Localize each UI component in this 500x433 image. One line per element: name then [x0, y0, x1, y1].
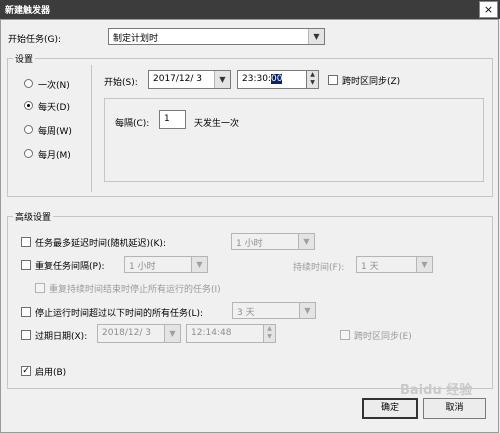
expire-label: 过期日期(X):	[35, 332, 88, 342]
window-title: 新建触发器	[5, 6, 51, 16]
chevron-down-icon: ▼	[298, 234, 314, 249]
start-time-field[interactable]: 23:30:00	[237, 70, 307, 89]
duration-label: 持续时间(F):	[293, 263, 345, 273]
expire-date-picker[interactable]: 2018/12/ 3 ▼	[97, 324, 181, 343]
expire-time-value: 12:14:48	[191, 328, 232, 338]
radio-once[interactable]	[24, 79, 33, 88]
recur-suffix: 天发生一次	[194, 119, 240, 129]
radio-weekly-label: 每周(W)	[38, 127, 72, 137]
start-task-select[interactable]: 制定计划时 ▼	[108, 28, 325, 45]
stop-longer-select[interactable]: 3 天 ▼	[232, 302, 316, 319]
delay-value: 1 小时	[236, 239, 263, 249]
checkmark-icon: ✓	[22, 366, 30, 376]
radio-monthly[interactable]	[24, 149, 33, 158]
repeat-select[interactable]: 1 小时 ▼	[124, 256, 208, 273]
start-task-label: 开始任务(G):	[8, 35, 62, 45]
start-time-prefix: 23:30:	[242, 74, 271, 84]
recur-days-value: 1	[164, 114, 170, 124]
start-sync-timezone-label: 跨时区同步(Z)	[342, 77, 401, 87]
calendar-dropdown-icon: ▼	[164, 325, 180, 342]
spin-down-icon[interactable]: ▼	[264, 333, 275, 341]
chevron-down-icon: ▼	[191, 257, 207, 272]
delay-checkbox[interactable]	[21, 237, 31, 247]
spin-down-icon[interactable]: ▼	[307, 79, 318, 87]
expire-checkbox[interactable]	[21, 330, 31, 340]
repeat-value: 1 小时	[129, 262, 156, 272]
radio-once-label: 一次(N)	[38, 81, 70, 91]
cancel-button[interactable]: 取消	[423, 398, 486, 419]
watermark: Baidu 经验	[400, 383, 473, 398]
enabled-label: 启用(B)	[35, 368, 67, 378]
duration-value: 1 天	[361, 262, 379, 272]
radio-daily-label: 每天(D)	[38, 103, 70, 113]
radio-monthly-label: 每月(M)	[38, 151, 71, 161]
start-sync-timezone-checkbox[interactable]	[328, 75, 338, 85]
close-button[interactable]: ×	[479, 1, 498, 18]
advanced-group-title: 高级设置	[13, 210, 54, 223]
stop-at-end-checkbox[interactable]	[35, 283, 45, 293]
enabled-checkbox[interactable]: ✓	[21, 366, 31, 376]
settings-group-title: 设置	[13, 52, 36, 65]
expire-time-spinner[interactable]: ▲ ▼	[263, 324, 276, 343]
stop-longer-label: 停止运行时间超过以下时间的所有任务(L):	[35, 309, 204, 319]
expire-sync-timezone-checkbox[interactable]	[340, 330, 350, 340]
radio-daily[interactable]	[24, 101, 33, 110]
start-task-value: 制定计划时	[113, 34, 159, 44]
start-label: 开始(S):	[104, 78, 138, 88]
spin-up-icon[interactable]: ▲	[264, 325, 275, 333]
start-time-spinner[interactable]: ▲ ▼	[306, 70, 319, 89]
spin-up-icon[interactable]: ▲	[307, 71, 318, 79]
duration-select[interactable]: 1 天 ▼	[356, 256, 433, 273]
chevron-down-icon: ▼	[299, 303, 315, 318]
ok-button[interactable]: 确定	[362, 398, 418, 419]
calendar-dropdown-icon: ▼	[214, 71, 230, 88]
repeat-label: 重复任务间隔(P):	[35, 262, 105, 272]
radio-weekly[interactable]	[24, 125, 33, 134]
stop-at-end-label: 重复持续时间结束时停止所有运行的任务(I)	[49, 285, 221, 295]
recur-label: 每隔(C):	[115, 119, 150, 129]
stop-longer-checkbox[interactable]	[21, 307, 31, 317]
title-bar: 新建触发器 ×	[0, 0, 500, 19]
stop-longer-value: 3 天	[237, 308, 255, 318]
repeat-checkbox[interactable]	[21, 260, 31, 270]
delay-label: 任务最多延迟时间(随机延迟)(K):	[35, 239, 166, 249]
expire-time-field[interactable]: 12:14:48	[186, 324, 264, 343]
recur-days-input[interactable]: 1	[159, 110, 186, 129]
expire-sync-timezone-label: 跨时区同步(E)	[354, 332, 412, 342]
delay-select[interactable]: 1 小时 ▼	[231, 233, 315, 250]
start-time-seconds: 00	[270, 74, 283, 84]
chevron-down-icon: ▼	[416, 257, 432, 272]
start-date-value: 2017/12/ 3	[153, 74, 203, 84]
settings-divider	[91, 65, 92, 192]
chevron-down-icon: ▼	[308, 29, 324, 44]
start-date-picker[interactable]: 2017/12/ 3 ▼	[148, 70, 231, 89]
expire-date-value: 2018/12/ 3	[102, 328, 152, 338]
